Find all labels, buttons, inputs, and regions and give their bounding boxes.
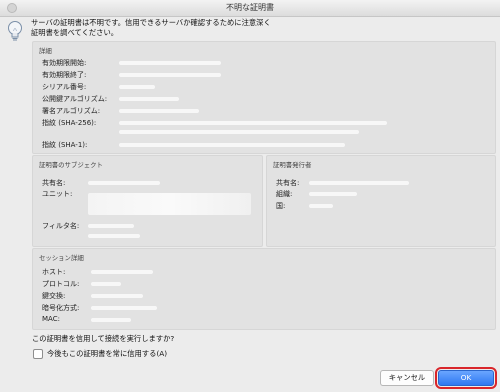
message-line-2: 証明書を調べてください。 [31,27,119,37]
subject-filter-value-line2 [88,234,140,238]
cancel-button[interactable]: キャンセル [380,370,434,386]
details-header: 詳細 [39,47,52,55]
sha256-value-line2 [119,130,359,134]
always-trust-checkbox[interactable] [33,349,43,359]
subject-common-name-label: 共有名: [42,179,66,187]
valid-from-value [119,61,221,65]
issuer-organization-value [309,192,357,196]
sha256-label: 指紋 (SHA-256): [42,119,97,127]
subject-unit-label: ユニット: [42,190,73,198]
issuer-country-label: 国: [276,202,286,210]
issuer-common-name-label: 共有名: [276,179,300,187]
subject-header: 証明書のサブジェクト [39,161,103,169]
subject-filter-label: フィルタ名: [42,222,80,230]
issuer-panel: 証明書発行者 共有名: 組織: 国: [266,155,496,247]
cipher-value [91,306,157,310]
issuer-common-name-value [309,181,409,185]
sha1-label: 指紋 (SHA-1): [42,141,88,149]
host-label: ホスト: [42,268,66,276]
subject-common-name-value [88,181,160,185]
serial-number-value [119,85,155,89]
message-line-1: サーバの証明書は不明です。信用できるサーバか確認するために注意深く [31,18,271,27]
mac-value [91,318,131,322]
subject-unit-value [88,193,251,215]
protocol-value [91,282,121,286]
public-key-algorithm-value [119,97,179,101]
trust-question: この証明書を信用して接続を実行しますか? [32,334,175,343]
mac-label: MAC: [42,315,60,323]
ok-button[interactable]: OK [435,367,497,389]
sha256-value-line1 [119,121,387,125]
subject-filter-value-line1 [88,224,134,228]
host-value [91,270,153,274]
signature-algorithm-label: 署名アルゴリズム: [42,107,101,115]
issuer-country-value [309,204,333,208]
details-panel: 詳細 有効期限開始: 有効期限終了: シリアル番号: 公開鍵アルゴリズム: 署名… [32,41,496,154]
key-exchange-value [91,294,143,298]
valid-to-label: 有効期限終了: [42,71,87,79]
issuer-organization-label: 組織: [276,190,293,198]
session-panel: セッション詳細 ホスト: プロトコル: 鍵交換: 暗号化方式: MAC: [32,248,496,330]
session-header: セッション詳細 [39,254,84,262]
serial-number-label: シリアル番号: [42,83,87,91]
public-key-algorithm-label: 公開鍵アルゴリズム: [42,95,108,103]
issuer-header: 証明書発行者 [273,161,312,169]
title-bar: 不明な証明書 [0,0,500,17]
warning-message: サーバの証明書は不明です。信用できるサーバか確認するために注意深く 証明書を調べ… [31,18,351,37]
lightbulb-icon [8,21,22,41]
signature-algorithm-value [119,109,199,113]
subject-panel: 証明書のサブジェクト 共有名: ユニット: フィルタ名: [32,155,263,247]
valid-from-label: 有効期限開始: [42,59,87,67]
window-title: 不明な証明書 [226,3,274,12]
key-exchange-label: 鍵交換: [42,292,66,300]
always-trust-label[interactable]: 今後もこの証明書を常に信用する(A) [47,349,167,359]
protocol-label: プロトコル: [42,280,80,288]
cipher-label: 暗号化方式: [42,304,80,312]
sha1-value [119,143,345,147]
valid-to-value [119,73,221,77]
